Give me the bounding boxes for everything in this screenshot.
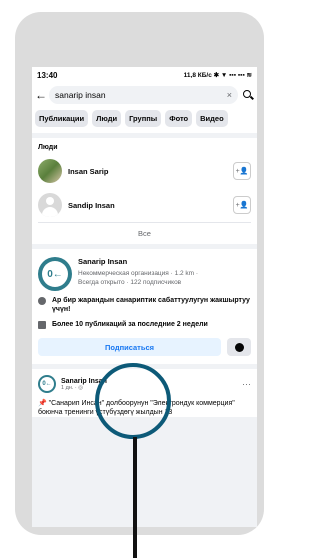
posts-icon bbox=[38, 321, 46, 329]
back-arrow-icon[interactable]: ← bbox=[35, 88, 47, 102]
messenger-icon bbox=[234, 342, 244, 352]
status-time: 13:40 bbox=[37, 70, 58, 80]
post-author-logo[interactable]: 0← bbox=[38, 375, 56, 393]
phone-frame: 13:40 11,8 КБ/с ✱ ▼ ▪▪▪ ▪▪▪ ≋ ← sanarip … bbox=[15, 12, 264, 535]
people-section: Люди Insan Sarip +👤 Sandip Insan +👤 Все bbox=[32, 138, 257, 244]
status-bar: 13:40 11,8 КБ/с ✱ ▼ ▪▪▪ ▪▪▪ ≋ bbox=[32, 67, 257, 83]
person-name: Insan Sarip bbox=[68, 166, 109, 176]
filter-tabs: Публикации Люди Группы Фото Видео bbox=[32, 107, 257, 133]
tab-groups[interactable]: Группы bbox=[125, 110, 162, 127]
tab-publications[interactable]: Публикации bbox=[35, 110, 89, 127]
search-query: sanarip insan bbox=[55, 90, 106, 100]
tab-people[interactable]: Люди bbox=[92, 110, 122, 127]
see-all-link[interactable]: Все bbox=[38, 222, 251, 244]
messenger-button[interactable] bbox=[227, 338, 251, 356]
avatar bbox=[38, 159, 62, 183]
info-icon bbox=[38, 297, 46, 305]
search-input[interactable]: sanarip insan × bbox=[49, 86, 238, 104]
page-result-card: 0← Sanarip Insan Некоммерческая организа… bbox=[32, 249, 257, 364]
page-description: Ар бир жарандын санариптик сабаттуулугун… bbox=[32, 293, 257, 317]
page-category: Некоммерческая организация · 1.2 km · bbox=[78, 270, 199, 277]
more-options-icon[interactable]: ··· bbox=[242, 379, 251, 389]
page-logo: 0← bbox=[38, 257, 72, 291]
tab-photos[interactable]: Фото bbox=[165, 110, 193, 127]
avatar bbox=[38, 193, 62, 217]
highlight-circle bbox=[95, 363, 171, 439]
add-friend-icon[interactable]: +👤 bbox=[233, 196, 251, 214]
person-row[interactable]: Sandip Insan +👤 bbox=[32, 188, 257, 222]
description-text: Ар бир жарандын санариптик сабаттуулугун… bbox=[52, 297, 250, 313]
page-header[interactable]: 0← Sanarip Insan Некоммерческая организа… bbox=[32, 249, 257, 293]
clear-icon[interactable]: × bbox=[227, 90, 232, 100]
page-activity: Более 10 публикаций за последние 2 недел… bbox=[32, 317, 257, 332]
add-friend-icon[interactable]: +👤 bbox=[233, 162, 251, 180]
page-hours: Всегда открыто · 122 подписчиков bbox=[78, 279, 182, 286]
search-icon[interactable] bbox=[242, 89, 254, 101]
action-row: Подписаться bbox=[32, 332, 257, 364]
page-name: Sanarip Insan bbox=[78, 257, 128, 266]
person-name: Sandip Insan bbox=[68, 200, 115, 210]
person-row[interactable]: Insan Sarip +👤 bbox=[32, 154, 257, 188]
search-bar: ← sanarip insan × bbox=[32, 83, 257, 107]
page-logo-text: 0← bbox=[42, 261, 68, 287]
pointer-line bbox=[133, 437, 137, 558]
post-logo-text: 0← bbox=[40, 377, 54, 391]
tab-videos[interactable]: Видео bbox=[196, 110, 228, 127]
people-title: Люди bbox=[38, 144, 58, 151]
screen: 13:40 11,8 КБ/с ✱ ▼ ▪▪▪ ▪▪▪ ≋ ← sanarip … bbox=[32, 67, 257, 527]
subscribe-button[interactable]: Подписаться bbox=[38, 338, 221, 356]
activity-text: Более 10 публикаций за последние 2 недел… bbox=[52, 321, 208, 328]
status-indicators: 11,8 КБ/с ✱ ▼ ▪▪▪ ▪▪▪ ≋ bbox=[183, 72, 252, 79]
